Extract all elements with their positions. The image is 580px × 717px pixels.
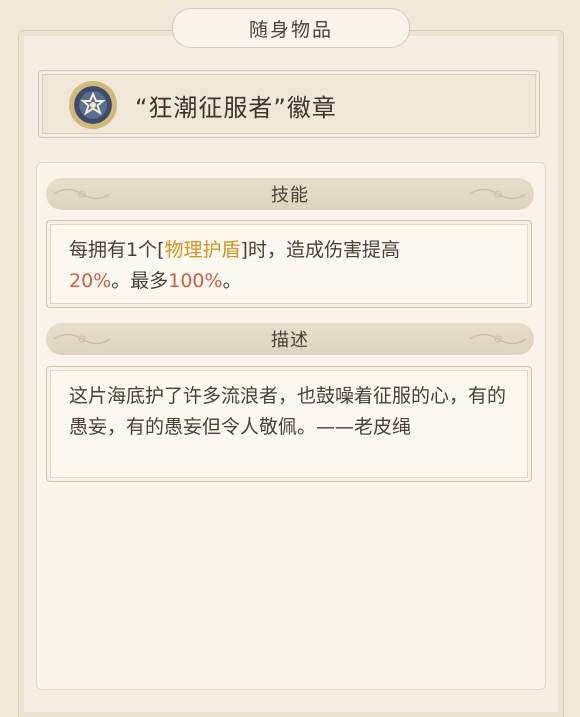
description-box: 这片海底护了许多流浪者，也鼓噪着征服的心，有的愚妄，有的愚妄但令人敬佩。——老皮… (46, 366, 532, 482)
skill-text-2: ]时，造成伤害提高 (240, 239, 400, 261)
skill-keyword: 物理护盾 (164, 239, 241, 261)
item-name: “狂潮征服者”徽章 (135, 94, 337, 122)
skill-text-3: 。最多 (111, 270, 169, 292)
ornament-right-icon (469, 333, 527, 345)
panel-title: 随身物品 (172, 8, 410, 48)
skill-box: 每拥有1个[物理护盾]时，造成伤害提高 20%。最多100%。 (46, 220, 532, 308)
description-text: 这片海底护了许多流浪者，也鼓噪着征服的心，有的愚妄，有的愚妄但令人敬佩。——老皮… (69, 385, 507, 438)
description-header-label: 描述 (271, 330, 309, 351)
skill-text-4: 。 (222, 270, 242, 292)
ornament-right-icon (469, 188, 527, 200)
panel-title-text: 随身物品 (248, 18, 333, 41)
ornament-left-icon (53, 188, 111, 200)
skill-value-2: 100% (168, 270, 223, 292)
star-icon (80, 91, 106, 116)
skill-value-1: 20% (69, 270, 112, 292)
item-header: “狂潮征服者”徽章 (38, 70, 540, 138)
skill-section-header: 技能 (46, 178, 534, 210)
ornament-left-icon (53, 333, 111, 345)
description-section-header: 描述 (46, 323, 534, 355)
skill-header-label: 技能 (271, 185, 309, 206)
star-badge-icon (69, 81, 117, 129)
skill-text-1: 每拥有1个[ (69, 239, 165, 261)
